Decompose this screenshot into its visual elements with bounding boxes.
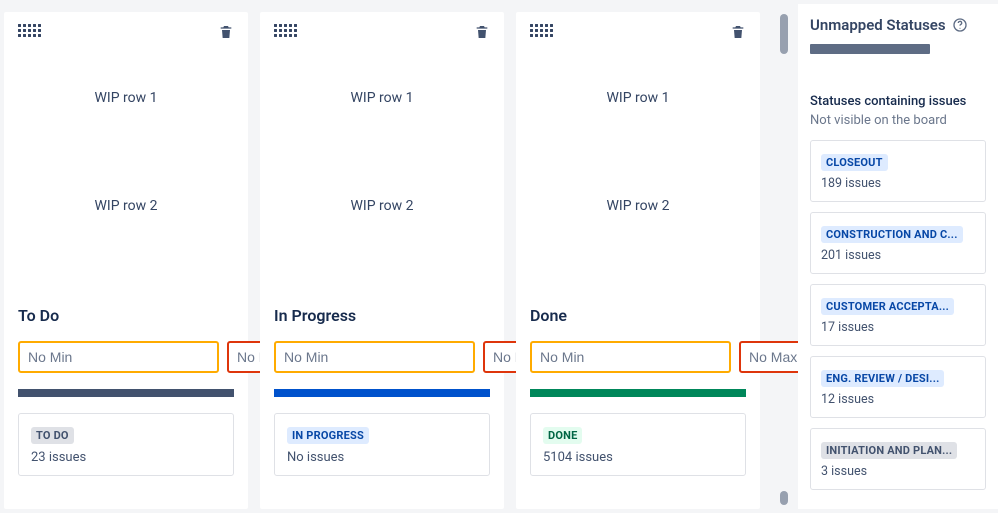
column-done: WIP row 1 WIP row 2 Done DONE 5104 issue… — [516, 12, 760, 509]
column-todo: WIP row 1 WIP row 2 To Do TO DO 23 issue… — [4, 12, 248, 509]
status-lozenge: CLOSEOUT — [821, 154, 888, 171]
scroll-thumb-top[interactable] — [780, 14, 788, 54]
min-input[interactable] — [530, 341, 731, 373]
wip-row-2: WIP row 2 — [351, 198, 414, 214]
min-max-row — [530, 341, 746, 373]
wip-row-1: WIP row 1 — [95, 90, 158, 106]
issues-count: No issues — [287, 450, 477, 465]
drag-handle-icon[interactable] — [530, 24, 553, 37]
min-input[interactable] — [274, 341, 475, 373]
min-input[interactable] — [18, 341, 219, 373]
status-lozenge: DONE — [543, 427, 582, 444]
scroll-thumb-bottom[interactable] — [780, 491, 788, 505]
issues-count: 23 issues — [31, 450, 221, 465]
trash-icon — [730, 24, 746, 40]
status-card[interactable]: TO DO 23 issues — [18, 413, 234, 476]
column-title: Done — [530, 306, 746, 325]
status-lozenge: CUSTOMER ACCEPTA... — [821, 298, 954, 315]
panel-subtext: Not visible on the board — [810, 113, 986, 128]
trash-icon — [474, 24, 490, 40]
wip-row-1: WIP row 1 — [351, 90, 414, 106]
wip-zone: WIP row 1 WIP row 2 — [18, 90, 234, 306]
status-lozenge: ENG. REVIEW / DESI... — [821, 370, 944, 387]
status-lozenge: CONSTRUCTION AND C... — [821, 226, 963, 243]
status-card[interactable]: DONE 5104 issues — [530, 413, 746, 476]
column-header — [274, 24, 490, 46]
unmapped-status-card[interactable]: INITIATION AND PLAN... 3 issues — [810, 428, 986, 490]
column-in-progress: WIP row 1 WIP row 2 In Progress IN PROGR… — [260, 12, 504, 509]
unmapped-status-card[interactable]: ENG. REVIEW / DESI... 12 issues — [810, 356, 986, 418]
status-lozenge: TO DO — [31, 427, 74, 444]
drag-handle-icon[interactable] — [18, 24, 41, 37]
column-header — [530, 24, 746, 46]
delete-column-button[interactable] — [218, 24, 234, 40]
column-header — [18, 24, 234, 46]
wip-row-2: WIP row 2 — [95, 198, 158, 214]
unmapped-status-card[interactable]: CUSTOMER ACCEPTA... 17 issues — [810, 284, 986, 346]
min-max-row — [274, 341, 490, 373]
accent-bar — [530, 389, 746, 397]
wip-zone: WIP row 1 WIP row 2 — [530, 90, 746, 306]
unmapped-status-card[interactable]: CLOSEOUT 189 issues — [810, 140, 986, 202]
delete-column-button[interactable] — [474, 24, 490, 40]
issues-count: 3 issues — [821, 464, 975, 479]
status-lozenge: IN PROGRESS — [287, 427, 369, 444]
unmapped-status-card[interactable]: CONSTRUCTION AND C... 201 issues — [810, 212, 986, 274]
issues-count: 189 issues — [821, 176, 975, 191]
status-lozenge: INITIATION AND PLAN... — [821, 442, 957, 459]
columns-area: WIP row 1 WIP row 2 To Do TO DO 23 issue… — [4, 4, 770, 509]
panel-subheading: Statuses containing issues — [810, 94, 986, 109]
panel-title: Unmapped Statuses — [810, 16, 946, 34]
wip-row-1: WIP row 1 — [607, 90, 670, 106]
wip-row-2: WIP row 2 — [607, 198, 670, 214]
trash-icon — [218, 24, 234, 40]
status-card[interactable]: IN PROGRESS No issues — [274, 413, 490, 476]
wip-zone: WIP row 1 WIP row 2 — [274, 90, 490, 306]
column-title: In Progress — [274, 306, 490, 325]
column-title: To Do — [18, 306, 234, 325]
panel-title-row: Unmapped Statuses — [810, 16, 986, 34]
help-icon[interactable] — [952, 17, 968, 33]
redacted-text-bar — [810, 44, 930, 54]
delete-column-button[interactable] — [730, 24, 746, 40]
issues-count: 5104 issues — [543, 450, 733, 465]
issues-count: 17 issues — [821, 320, 975, 335]
accent-bar — [274, 389, 490, 397]
vertical-scrollbar[interactable] — [780, 4, 788, 509]
unmapped-statuses-panel: Unmapped Statuses Statuses containing is… — [798, 4, 998, 509]
accent-bar — [18, 389, 234, 397]
issues-count: 12 issues — [821, 392, 975, 407]
issues-count: 201 issues — [821, 248, 975, 263]
drag-handle-icon[interactable] — [274, 24, 297, 37]
min-max-row — [18, 341, 234, 373]
